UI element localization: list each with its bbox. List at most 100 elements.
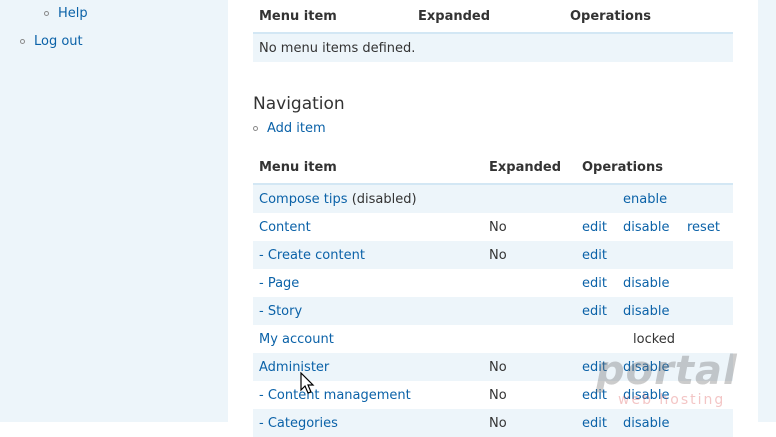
- bullet-icon: [253, 126, 258, 131]
- add-item-link[interactable]: Add item: [267, 121, 326, 136]
- table-row: Administer No edit disable: [253, 353, 733, 381]
- operation-cell: disable: [617, 353, 681, 381]
- operation-cell: [576, 184, 617, 213]
- operation-cell: [681, 184, 733, 213]
- operation-cell: [681, 353, 733, 381]
- menu-item-cell: - Create content: [253, 241, 483, 269]
- operation-edit-link[interactable]: edit: [582, 360, 607, 375]
- operation-cell: edit: [576, 381, 617, 409]
- col-header-operations: Operations: [564, 0, 733, 34]
- add-item-row[interactable]: Add item: [253, 121, 326, 136]
- expanded-cell: No: [483, 409, 576, 437]
- menu-item-cell: - Story: [253, 297, 483, 325]
- menu-item-cell: Content: [253, 213, 483, 241]
- operation-edit-link[interactable]: edit: [582, 248, 607, 263]
- table-row: - Categories No edit disable: [253, 409, 733, 437]
- operation-edit-link[interactable]: edit: [582, 220, 607, 235]
- operation-cell: disable: [617, 269, 681, 297]
- expanded-cell: No: [483, 241, 576, 269]
- expanded-cell: [483, 297, 576, 325]
- menu-item-cell: - Page: [253, 269, 483, 297]
- menu-item-cell: Compose tips (disabled): [253, 184, 483, 213]
- navigation-table: Menu item Expanded Operations Compose ti…: [253, 151, 733, 437]
- right-strip: [758, 0, 776, 422]
- operation-reset-link[interactable]: reset: [687, 220, 720, 235]
- operation-cell: [681, 325, 733, 353]
- menu-item-status: (disabled): [351, 191, 417, 207]
- operation-cell: [681, 297, 733, 325]
- menu-item-link[interactable]: Compose tips: [259, 192, 348, 207]
- operation-cell: [576, 325, 617, 353]
- menu-item-link[interactable]: - Page: [259, 276, 299, 291]
- menu-item-cell: - Categories: [253, 409, 483, 437]
- table-row: - Page edit disable: [253, 269, 733, 297]
- col-header-menu-item: Menu item: [253, 0, 412, 34]
- operation-disable-link[interactable]: disable: [623, 304, 669, 319]
- menu-item-link[interactable]: - Content management: [259, 388, 411, 403]
- table-row: Compose tips (disabled) enable: [253, 184, 733, 213]
- operation-cell: locked: [617, 325, 681, 353]
- operation-cell: disable: [617, 381, 681, 409]
- expanded-cell: No: [483, 353, 576, 381]
- navigation-title: Navigation: [253, 94, 345, 114]
- operation-cell: edit: [576, 213, 617, 241]
- logout-link[interactable]: Log out: [34, 34, 83, 49]
- col-header-expanded: Expanded: [412, 0, 564, 34]
- expanded-cell: No: [483, 381, 576, 409]
- operation-cell: [681, 241, 733, 269]
- col-header-operations: Operations: [576, 151, 733, 185]
- sidebar-item-help[interactable]: Help: [44, 6, 88, 21]
- top-menu-section: Menu item Expanded Operations No menu it…: [253, 0, 733, 62]
- col-header-menu-item: Menu item: [253, 151, 483, 185]
- expanded-cell: No: [483, 213, 576, 241]
- menu-item-link[interactable]: My account: [259, 332, 334, 347]
- menu-item-link[interactable]: - Categories: [259, 416, 338, 431]
- table-row: - Story edit disable: [253, 297, 733, 325]
- operation-cell: reset: [681, 213, 733, 241]
- sidebar: Help Log out: [0, 0, 228, 422]
- operation-cell: [681, 269, 733, 297]
- menu-item-link[interactable]: - Story: [259, 304, 302, 319]
- table-row: Content No edit disable reset: [253, 213, 733, 241]
- table-row: - Create content No edit: [253, 241, 733, 269]
- help-link[interactable]: Help: [58, 6, 88, 21]
- operation-cell: [681, 381, 733, 409]
- operation-edit-link[interactable]: edit: [582, 416, 607, 431]
- menu-item-link[interactable]: - Create content: [259, 248, 365, 263]
- menu-item-cell: Administer: [253, 353, 483, 381]
- menu-item-cell: - Content management: [253, 381, 483, 409]
- operation-cell: edit: [576, 353, 617, 381]
- operation-cell: disable: [617, 409, 681, 437]
- table-row: My account locked: [253, 325, 733, 353]
- expanded-cell: [483, 325, 576, 353]
- expanded-cell: [483, 269, 576, 297]
- operation-cell: edit: [576, 409, 617, 437]
- operation-cell: [617, 241, 681, 269]
- operation-disable-link[interactable]: disable: [623, 360, 669, 375]
- menu-item-cell: My account: [253, 325, 483, 353]
- operation-disable-link[interactable]: disable: [623, 276, 669, 291]
- operation-cell: disable: [617, 213, 681, 241]
- menu-item-link[interactable]: Administer: [259, 360, 329, 375]
- navigation-section: Menu item Expanded Operations Compose ti…: [253, 151, 733, 437]
- bullet-icon: [44, 11, 49, 16]
- operation-cell: [681, 409, 733, 437]
- mouse-cursor-icon: [300, 372, 315, 394]
- operation-edit-link[interactable]: edit: [582, 276, 607, 291]
- operation-disable-link[interactable]: disable: [623, 388, 669, 403]
- top-menu-table: Menu item Expanded Operations No menu it…: [253, 0, 733, 62]
- expanded-cell: [483, 184, 576, 213]
- operation-locked-link: locked: [633, 331, 676, 347]
- bullet-icon: [20, 39, 25, 44]
- menu-item-link[interactable]: Content: [259, 220, 311, 235]
- operation-enable-link[interactable]: enable: [623, 192, 667, 207]
- col-header-expanded: Expanded: [483, 151, 576, 185]
- operation-disable-link[interactable]: disable: [623, 220, 669, 235]
- operation-edit-link[interactable]: edit: [582, 304, 607, 319]
- sidebar-item-logout[interactable]: Log out: [20, 34, 83, 49]
- operation-cell: edit: [576, 297, 617, 325]
- operation-cell: edit: [576, 269, 617, 297]
- empty-message: No menu items defined.: [253, 33, 733, 62]
- operation-edit-link[interactable]: edit: [582, 388, 607, 403]
- operation-disable-link[interactable]: disable: [623, 416, 669, 431]
